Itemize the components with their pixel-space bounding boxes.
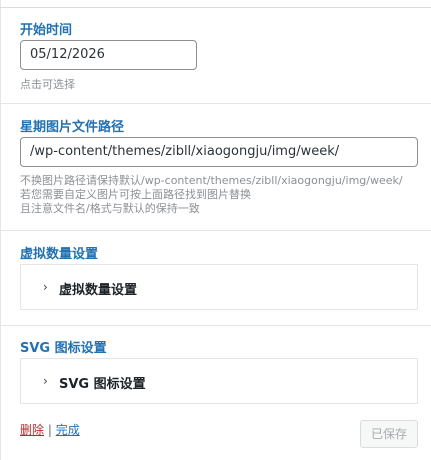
virtual-count-label: 虚拟数量设置 bbox=[20, 247, 99, 262]
start-time-input[interactable]: 05/12/2026 bbox=[20, 40, 197, 70]
week-image-path-help-2: 若您需要自定义图片可按上面路径找到图片替换 bbox=[20, 188, 251, 201]
section-divider bbox=[0, 325, 431, 326]
section-divider bbox=[0, 103, 431, 104]
action-separator: | bbox=[47, 423, 52, 437]
saved-button[interactable]: 已保存 bbox=[360, 420, 418, 448]
start-time-label: 开始时间 bbox=[20, 23, 73, 38]
chevron-right-icon: › bbox=[43, 280, 48, 294]
week-image-path-input[interactable]: /wp-content/themes/zibll/xiaogongju/img/… bbox=[20, 137, 418, 167]
start-time-help: 点击可选择 bbox=[20, 78, 75, 91]
footer-actions: 删除 | 完成 bbox=[20, 421, 80, 438]
done-link[interactable]: 完成 bbox=[56, 423, 80, 437]
svg-icon-label: SVG 图标设置 bbox=[20, 341, 107, 356]
week-image-path-label: 星期图片文件路径 bbox=[20, 120, 125, 135]
top-divider bbox=[0, 7, 431, 8]
virtual-count-accordion[interactable]: › 虚拟数量设置 bbox=[20, 264, 418, 310]
virtual-count-accordion-title: 虚拟数量设置 bbox=[59, 283, 138, 298]
week-image-path-help-3: 且注意文件名/格式与默认的保持一致 bbox=[20, 202, 200, 215]
chevron-right-icon: › bbox=[43, 374, 48, 388]
delete-link[interactable]: 删除 bbox=[20, 423, 44, 437]
svg-icon-accordion-title: SVG 图标设置 bbox=[59, 377, 146, 392]
svg-icon-accordion[interactable]: › SVG 图标设置 bbox=[20, 358, 418, 404]
week-image-path-help-1: 不换图片路径请保持默认/wp-content/themes/zibll/xiao… bbox=[20, 174, 403, 187]
section-divider bbox=[0, 230, 431, 231]
